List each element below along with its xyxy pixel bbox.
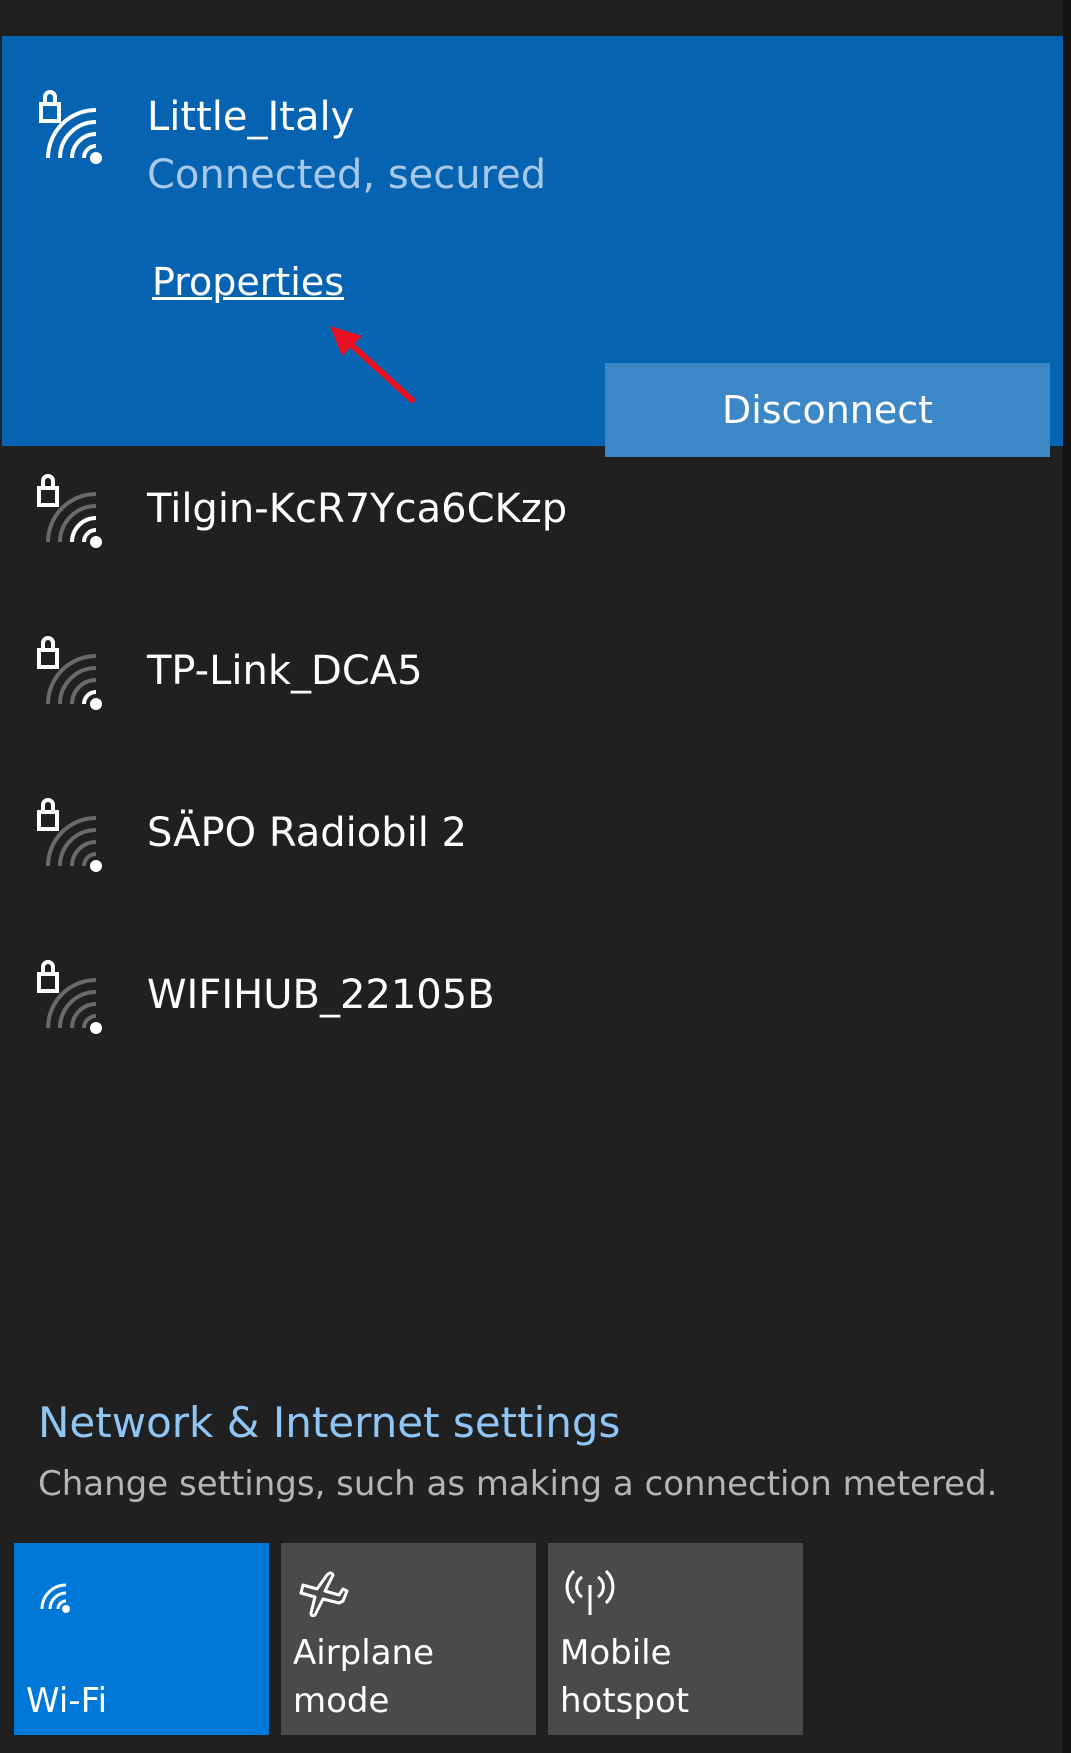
network-list-item[interactable]: TP-Link_DCA5 — [2, 608, 1062, 758]
top-strip — [0, 0, 1071, 36]
network-ssid: Tilgin-KcR7Yca6CKzp — [147, 486, 568, 532]
airplane-mode-tile[interactable]: Airplane mode — [281, 1543, 536, 1735]
connected-ssid: Little_Italy — [147, 94, 355, 140]
mobile-hotspot-tile[interactable]: Mobile hotspot — [548, 1543, 803, 1735]
disconnect-button[interactable]: Disconnect — [605, 363, 1050, 457]
network-flyout: Little_Italy Connected, secured Properti… — [0, 0, 1071, 1753]
network-list-item[interactable]: SÄPO Radiobil 2 — [2, 770, 1062, 920]
secured-wifi-1-bar-icon — [36, 944, 116, 1034]
wifi-toggle-tile[interactable]: Wi-Fi — [14, 1543, 269, 1735]
network-ssid: WIFIHUB_22105B — [147, 972, 495, 1018]
properties-link[interactable]: Properties — [152, 260, 344, 304]
connection-status: Connected, secured — [147, 152, 547, 198]
network-ssid: TP-Link_DCA5 — [147, 648, 423, 694]
network-settings-link[interactable]: Network & Internet settings — [38, 1398, 620, 1447]
connected-network-item[interactable]: Little_Italy Connected, secured Properti… — [2, 36, 1070, 457]
secured-wifi-full-signal-icon — [38, 86, 118, 176]
secured-wifi-1-bar-icon — [36, 782, 116, 872]
network-ssid: SÄPO Radiobil 2 — [147, 810, 467, 856]
hotspot-icon — [560, 1563, 620, 1623]
hotspot-tile-label: Mobile hotspot — [560, 1633, 690, 1721]
network-list-item[interactable]: Tilgin-KcR7Yca6CKzp — [2, 446, 1062, 596]
network-list-item[interactable]: WIFIHUB_22105B — [2, 932, 1062, 1082]
wifi-tile-label: Wi-Fi — [26, 1681, 108, 1721]
network-settings-description: Change settings, such as making a connec… — [38, 1464, 998, 1504]
right-edge — [1063, 0, 1071, 1753]
wifi-icon — [26, 1563, 86, 1623]
annotation-arrow — [322, 322, 422, 406]
secured-wifi-2-bars-icon — [36, 458, 116, 548]
secured-wifi-2-bars-icon — [36, 620, 116, 710]
airplane-icon — [293, 1563, 353, 1623]
airplane-tile-label: Airplane mode — [293, 1633, 435, 1721]
